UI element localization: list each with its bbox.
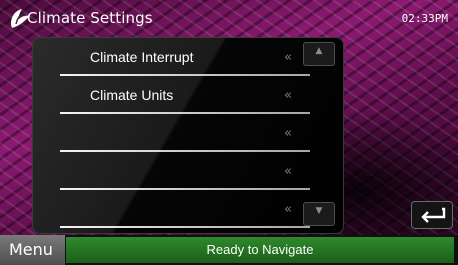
menu-label: Menu — [9, 240, 53, 259]
list-item-label: Climate Interrupt — [90, 49, 194, 65]
navigation-status-bar[interactable]: Ready to Navigate — [66, 237, 454, 263]
expand-arrow-icon: « — [284, 126, 292, 141]
return-arrow-icon — [421, 207, 446, 223]
bottom-bar: Menu Ready to Navigate — [0, 235, 458, 265]
title-bar: Climate Settings 02:33PM — [0, 0, 458, 34]
divider — [60, 74, 310, 76]
list-item-empty[interactable]: « — [60, 191, 310, 228]
scroll-up-button[interactable]: ▲ — [303, 42, 335, 66]
list-item-climate-units[interactable]: Climate Units « — [60, 77, 310, 114]
divider — [60, 188, 310, 190]
expand-arrow-icon: « — [284, 164, 292, 179]
page-title: Climate Settings — [27, 9, 153, 27]
divider — [60, 150, 310, 152]
list-item-label: Climate Units — [90, 87, 174, 103]
list-item-empty[interactable]: « — [60, 153, 310, 190]
list-item-climate-interrupt[interactable]: Climate Interrupt « — [60, 39, 310, 76]
back-button[interactable] — [411, 201, 453, 229]
triangle-down-icon: ▼ — [315, 206, 323, 216]
clock: 02:33PM — [401, 12, 448, 25]
triangle-up-icon: ▲ — [315, 46, 323, 56]
list-item-empty[interactable]: « — [60, 115, 310, 152]
divider — [60, 226, 310, 228]
scroll-down-button[interactable]: ▼ — [303, 202, 335, 226]
expand-arrow-icon: « — [284, 202, 292, 217]
menu-button[interactable]: Menu — [0, 235, 65, 265]
expand-arrow-icon: « — [284, 50, 292, 65]
divider — [60, 112, 310, 114]
status-text: Ready to Navigate — [206, 242, 314, 257]
expand-arrow-icon: « — [284, 88, 292, 103]
